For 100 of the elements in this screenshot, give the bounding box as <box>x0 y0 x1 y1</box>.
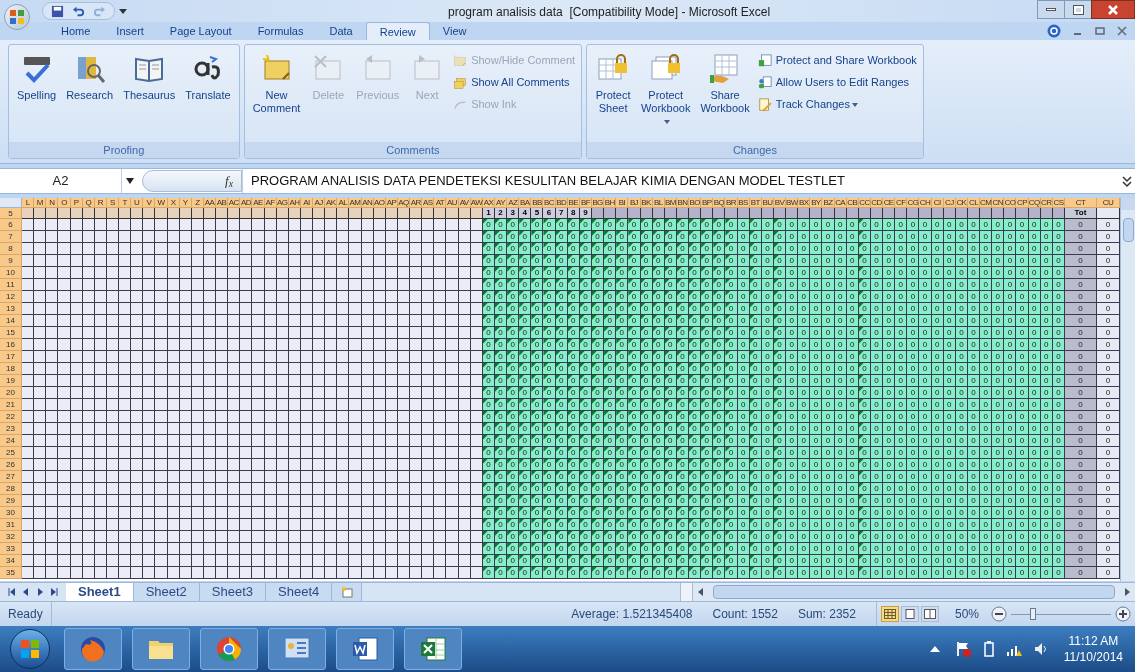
column-header[interactable]: BT <box>749 197 762 208</box>
column-header[interactable]: AL <box>337 197 350 208</box>
ribbon-button[interactable]: Thesaurus <box>119 49 180 102</box>
function-label[interactable]: f$_{x}$ <box>225 171 233 191</box>
ribbon-tab[interactable]: Home <box>48 22 104 40</box>
ribbon-button[interactable]: Spelling <box>13 49 61 102</box>
ribbon-button[interactable]: Protect Workbook <box>637 49 695 128</box>
ribbon-tab[interactable]: Page Layout <box>156 22 245 40</box>
zoom-slider[interactable] <box>1011 608 1111 621</box>
taskbar-app[interactable] <box>404 628 462 671</box>
sheet-tab[interactable]: Sheet3 <box>199 583 267 602</box>
last-sheet-icon[interactable] <box>50 588 58 597</box>
sheet-tab[interactable]: Sheet4 <box>266 583 333 602</box>
column-header[interactable]: CP <box>1016 197 1029 208</box>
ribbon-button[interactable]: New Comment <box>248 49 305 115</box>
column-header[interactable]: BK <box>640 197 653 208</box>
split-handle[interactable] <box>1121 197 1135 210</box>
scroll-right-icon[interactable] <box>1123 588 1131 597</box>
previous-sheet-icon[interactable] <box>22 588 30 597</box>
column-header[interactable]: CH <box>919 197 932 208</box>
ribbon-tab[interactable]: View <box>429 22 480 40</box>
column-header[interactable]: BE <box>567 197 580 208</box>
split-handle[interactable] <box>681 583 693 602</box>
column-header[interactable]: AU <box>446 197 459 208</box>
column-header[interactable]: L <box>22 197 35 208</box>
office-button[interactable] <box>4 4 30 30</box>
column-header[interactable]: CQ <box>1028 197 1041 208</box>
ribbon-small-button[interactable]: Track Changes <box>755 95 919 114</box>
dropdown-caret-icon[interactable] <box>126 177 134 184</box>
restore-icon[interactable] <box>1095 26 1105 36</box>
column-header[interactable]: W <box>155 197 168 208</box>
column-header[interactable]: CR <box>1040 197 1053 208</box>
close-button[interactable] <box>1091 0 1135 19</box>
column-header[interactable]: AX <box>482 197 495 208</box>
column-header[interactable]: T <box>119 197 132 208</box>
column-header[interactable]: AG <box>276 197 289 208</box>
ribbon-small-button[interactable]: Allow Users to Edit Ranges <box>755 73 919 92</box>
column-header[interactable]: BM <box>664 197 677 208</box>
column-header[interactable]: AH <box>288 197 301 208</box>
ribbon-tab[interactable]: Data <box>316 22 366 40</box>
scroll-left-icon[interactable] <box>697 588 705 597</box>
ribbon-tab[interactable]: Insert <box>103 22 157 40</box>
help-icon[interactable] <box>1047 24 1061 38</box>
column-header[interactable]: BC <box>543 197 556 208</box>
taskbar-app[interactable] <box>336 628 394 671</box>
zoom-in-icon[interactable] <box>1115 606 1131 623</box>
column-header[interactable]: BD <box>555 197 568 208</box>
column-header[interactable]: AB <box>216 197 229 208</box>
scrollbar-thumb[interactable] <box>1122 217 1134 242</box>
column-header[interactable]: AE <box>252 197 265 208</box>
column-header[interactable]: CN <box>992 197 1005 208</box>
view-button[interactable] <box>900 606 919 623</box>
clock[interactable]: 11:12 AM 11/10/2014 <box>1063 633 1123 666</box>
start-button[interactable] <box>10 629 50 670</box>
column-header[interactable]: CM <box>980 197 993 208</box>
slider-thumb[interactable] <box>1030 608 1036 621</box>
column-header[interactable]: CK <box>955 197 968 208</box>
ribbon-small-button[interactable]: Protect and Share Workbook <box>755 51 919 70</box>
column-header[interactable]: N <box>46 197 59 208</box>
column-header[interactable]: BU <box>761 197 774 208</box>
column-header[interactable]: BZ <box>822 197 835 208</box>
ribbon-button[interactable]: Protect Sheet <box>591 49 636 115</box>
view-button[interactable] <box>920 606 939 623</box>
column-header[interactable]: BS <box>737 197 750 208</box>
ribbon-button[interactable]: Research <box>62 49 118 102</box>
column-header[interactable]: CC <box>858 197 871 208</box>
sheet-tab[interactable]: Sheet1 <box>66 583 134 602</box>
column-header[interactable]: AJ <box>313 197 326 208</box>
vertical-scrollbar[interactable] <box>1120 197 1135 582</box>
column-header[interactable]: CB <box>846 197 859 208</box>
view-button[interactable] <box>880 606 899 623</box>
column-header[interactable]: AV <box>458 197 471 208</box>
column-header[interactable]: V <box>143 197 156 208</box>
row-header[interactable]: 5 <box>0 207 22 219</box>
column-header[interactable]: CF <box>895 197 908 208</box>
taskbar-app[interactable] <box>132 628 190 671</box>
ribbon-button[interactable]: Translate <box>181 49 235 102</box>
column-header[interactable]: AT <box>434 197 447 208</box>
next-sheet-icon[interactable] <box>36 588 44 597</box>
restore-button[interactable] <box>1065 0 1091 19</box>
ribbon-small-button[interactable]: Show All Comments <box>451 73 578 92</box>
ribbon-tab[interactable]: Review <box>365 22 430 40</box>
column-header[interactable]: P <box>70 197 83 208</box>
tray-arrow-icon[interactable] <box>929 645 940 654</box>
column-header[interactable]: BJ <box>628 197 641 208</box>
column-header[interactable]: S <box>106 197 119 208</box>
column-header[interactable]: Y <box>179 197 192 208</box>
taskbar-app[interactable] <box>64 628 122 671</box>
close-icon[interactable] <box>1117 26 1127 36</box>
column-header[interactable]: BL <box>652 197 665 208</box>
name-box[interactable]: A2 <box>0 168 122 193</box>
column-header[interactable]: R <box>94 197 107 208</box>
formula-field[interactable]: PROGRAM ANALISIS DATA PENDETEKSI KESULITAN BELAJAR KIMIA DENGAN MODEL TESTLET <box>242 168 1121 193</box>
taskbar-app[interactable] <box>268 628 326 671</box>
minimize-button[interactable] <box>1037 0 1065 19</box>
column-header[interactable]: X <box>167 197 180 208</box>
column-header[interactable]: AM <box>349 197 362 208</box>
zoom-out-icon[interactable] <box>991 606 1007 623</box>
column-header[interactable]: CL <box>967 197 981 208</box>
flag-icon[interactable] <box>955 641 972 658</box>
